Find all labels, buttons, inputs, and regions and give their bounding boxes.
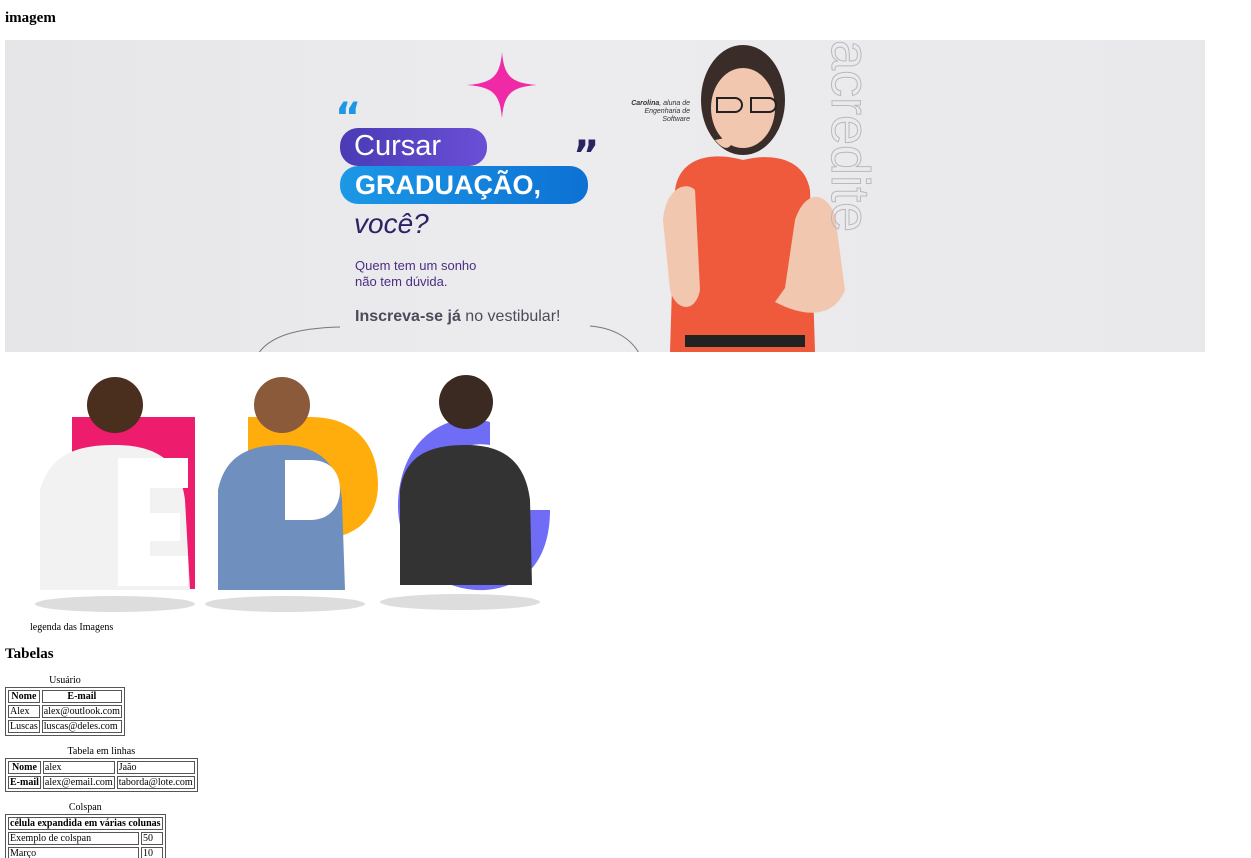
heading-tabelas: Tabelas [5,646,54,662]
table-cell: 10 [141,847,163,858]
table-row: Luscas luscas@deles.com [8,720,122,733]
decorative-arcs [258,325,639,352]
sparkle-icon [467,52,537,118]
table-header-row: célula expandida em várias colunas [8,817,163,830]
table-row: Nome alex Jaão [8,761,195,774]
column-header: E-mail [41,690,122,703]
table-caption: Usuário [49,675,81,686]
table-colspan: Colspan célula expandida em várias colun… [5,802,166,858]
table-cell: Março [8,847,140,858]
graduation-banner-image: “ ” Cursar GRADUAÇÃO, você? Quem tem um … [5,40,1205,352]
table-caption: Colspan [68,802,102,813]
table-cell: Alex [8,705,40,718]
table-cell: taborda@lote.com [116,776,195,789]
column-header: Nome [8,690,40,703]
close-quote-icon: ” [573,133,600,179]
table-cell: 50 [141,832,163,845]
table-cell: Exemplo de colspan [8,832,140,845]
epg-students-image [35,375,550,612]
table-row: E-mail alex@email.com taborda@lote.com [8,776,195,789]
figure-caption: legenda das Imagens [30,622,114,633]
banner-subtitle-2: não tem dúvida. [355,274,448,289]
banner-line-voce: você? [354,208,429,239]
table-cell: Jaão [116,761,195,774]
table-row: Alex alex@outlook.com [8,705,122,718]
table-em-linhas: Tabela em linhas Nome alex Jaão E-mail a… [5,746,198,792]
table-cell: luscas@deles.com [41,720,122,733]
colspan-header: célula expandida em várias colunas [8,817,163,830]
table-cell: alex@outlook.com [41,705,122,718]
heading-imagem: imagem [5,10,56,26]
banner-line-graduacao: GRADUAÇÃO, [355,170,541,200]
table-cell: Luscas [8,720,40,733]
table-usuario: Usuário Nome E-mail Alex alex@outlook.co… [5,675,125,736]
table-row: Março 10 [8,847,163,858]
banner-line-cursar: Cursar [354,130,442,162]
table-caption: Tabela em linhas [67,746,136,757]
vertical-watermark-text: acredite [820,40,881,233]
table-header-row: Nome E-mail [8,690,122,703]
row-header: E-mail [8,776,41,789]
row-header: Nome [8,761,41,774]
table-row: Exemplo de colspan 50 [8,832,163,845]
table-cell: alex@email.com [42,776,115,789]
table-cell: alex [42,761,115,774]
banner-subtitle-1: Quem tem um sonho [355,258,477,273]
